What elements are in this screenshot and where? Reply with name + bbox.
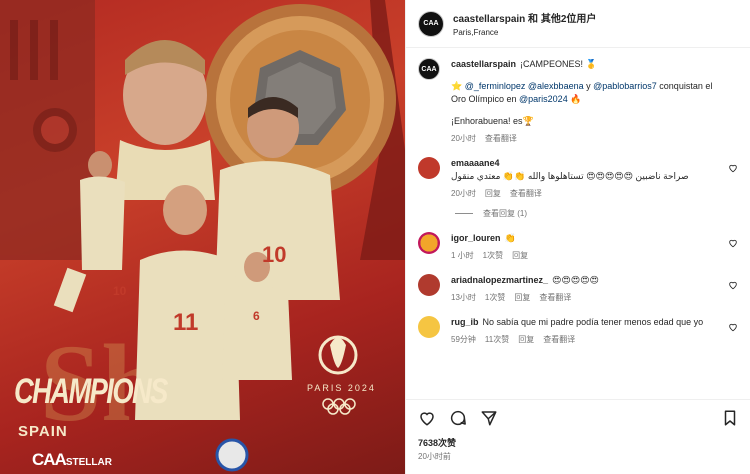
translate-button[interactable]: 查看翻译 [539, 292, 571, 303]
comment-item: emaaaane4 صراحة ناضبين 😍😍😍😍😍 تستاهلوها وا… [418, 157, 738, 199]
caption-avatar[interactable]: CAA [418, 58, 440, 80]
caption-and: y [583, 81, 594, 91]
post-image[interactable]: Sh 10 11 10 6 CHAMPIONS SPAIN PARIS 2024… [0, 0, 405, 474]
header-title[interactable]: caastellarspain 和 其他2位用户 [453, 10, 596, 25]
poster-title: CHAMPIONS [14, 372, 168, 411]
svg-text:11: 11 [173, 309, 198, 336]
olympic-rings-icon [322, 398, 356, 415]
comment-username[interactable]: igor_louren [451, 233, 501, 243]
comment-bubble-icon[interactable] [449, 409, 467, 427]
comment-username[interactable]: ariadnalopezmartinez_ [451, 275, 548, 285]
view-replies-button[interactable]: 查看回复 (1) [455, 208, 738, 219]
comment-time[interactable]: 1 小时 [451, 250, 474, 261]
comment-text: 😍😍😍😍😍 [552, 275, 599, 285]
like-heart-icon[interactable] [728, 322, 738, 332]
caption-username[interactable]: caastellarspain [451, 59, 516, 69]
mention-link[interactable]: @_ferminlopez [465, 81, 526, 91]
location-link[interactable]: Paris,France [453, 28, 596, 37]
like-heart-icon[interactable] [728, 238, 738, 248]
comment-time[interactable]: 20小时 [451, 188, 476, 199]
translate-button[interactable]: 查看翻译 [543, 334, 575, 345]
comment-time[interactable]: 13小时 [451, 292, 476, 303]
share-plane-icon[interactable] [480, 409, 498, 427]
mention-link[interactable]: @paris2024 [519, 94, 568, 104]
caption-time[interactable]: 20小时 [451, 133, 476, 144]
reply-button[interactable]: 回复 [512, 250, 528, 261]
comment-likes[interactable]: 1次赞 [485, 292, 505, 303]
reply-button[interactable]: 回复 [518, 334, 534, 345]
commenter-avatar[interactable] [418, 232, 440, 254]
post-timestamp: 20小时前 [418, 452, 451, 461]
like-count[interactable]: 7638次赞 [418, 436, 456, 449]
comment-item: ariadnalopezmartinez_ 😍😍😍😍😍 13小时 1次赞 回复 查… [418, 274, 738, 303]
poster-subtitle: SPAIN [18, 423, 68, 440]
author-avatar[interactable]: CAA [418, 10, 444, 37]
post-header: CAA caastellarspain 和 其他2位用户 Paris,Franc… [406, 0, 750, 48]
mention-link[interactable]: @alexbbaena [528, 81, 584, 91]
comment-list: CAA caastellarspain ¡CAMPEONES! 🥇 ⭐ @_fer… [406, 48, 750, 394]
commenter-avatar[interactable] [418, 274, 440, 296]
comment-likes[interactable]: 1次赞 [483, 250, 503, 261]
like-heart-icon[interactable] [418, 409, 436, 427]
comment-item: igor_louren 👏 1 小时 1次赞 回复 [418, 232, 738, 261]
reply-button[interactable]: 回复 [485, 188, 501, 199]
comment-time[interactable]: 59分钟 [451, 334, 476, 345]
app-root: Sh 10 11 10 6 CHAMPIONS SPAIN PARIS 2024… [0, 0, 750, 474]
brand-sub: STELLAR [65, 457, 112, 468]
comment-text: صراحة ناضبين 😍😍😍😍😍 تستاهلوها والله 👏👏 مع… [451, 171, 689, 181]
svg-text:6: 6 [253, 309, 260, 323]
reply-button[interactable]: 回复 [514, 292, 530, 303]
caption-headline: ¡CAMPEONES! 🥇 [520, 59, 597, 69]
commenter-avatar[interactable] [418, 157, 440, 179]
paris-2024-emblem [318, 335, 358, 375]
mention-link[interactable]: @pablobarrios7 [593, 81, 657, 91]
commenter-avatar[interactable] [418, 316, 440, 338]
view-replies-label: 查看回复 (1) [483, 209, 527, 218]
replies-divider [455, 213, 473, 214]
action-bar [406, 399, 750, 429]
comment-text: No sabía que mi padre podía tener menos … [482, 317, 704, 327]
comment-item: rug_ib No sabía que mi padre podía tener … [418, 316, 738, 345]
poster-brand: CAASTELLAR [32, 450, 112, 470]
caption-prefix: ⭐ [451, 81, 465, 91]
svg-text:10: 10 [113, 284, 127, 298]
comment-likes[interactable]: 11次赞 [485, 334, 509, 345]
translate-button[interactable]: 查看翻译 [485, 133, 517, 144]
poster-event: PARIS 2024 [307, 383, 376, 393]
cathedral-shape [0, 0, 95, 260]
translate-button[interactable]: 查看翻译 [510, 188, 542, 199]
brand-main: CAA [32, 450, 67, 469]
post-sidebar: CAA caastellarspain 和 其他2位用户 Paris,Franc… [405, 0, 750, 474]
caption: CAA caastellarspain ¡CAMPEONES! 🥇 ⭐ @_fer… [418, 58, 738, 144]
svg-text:10: 10 [262, 242, 286, 267]
caption-end: 🔥 [567, 94, 582, 104]
like-heart-icon[interactable] [728, 280, 738, 290]
caption-congrats: ¡Enhorabuena! es🏆 [451, 116, 534, 126]
comment-text: 👏 [504, 233, 516, 243]
bookmark-icon[interactable] [721, 409, 739, 427]
like-heart-icon[interactable] [728, 163, 738, 173]
comment-username[interactable]: rug_ib [451, 317, 479, 327]
comment-username[interactable]: emaaaane4 [451, 158, 500, 168]
